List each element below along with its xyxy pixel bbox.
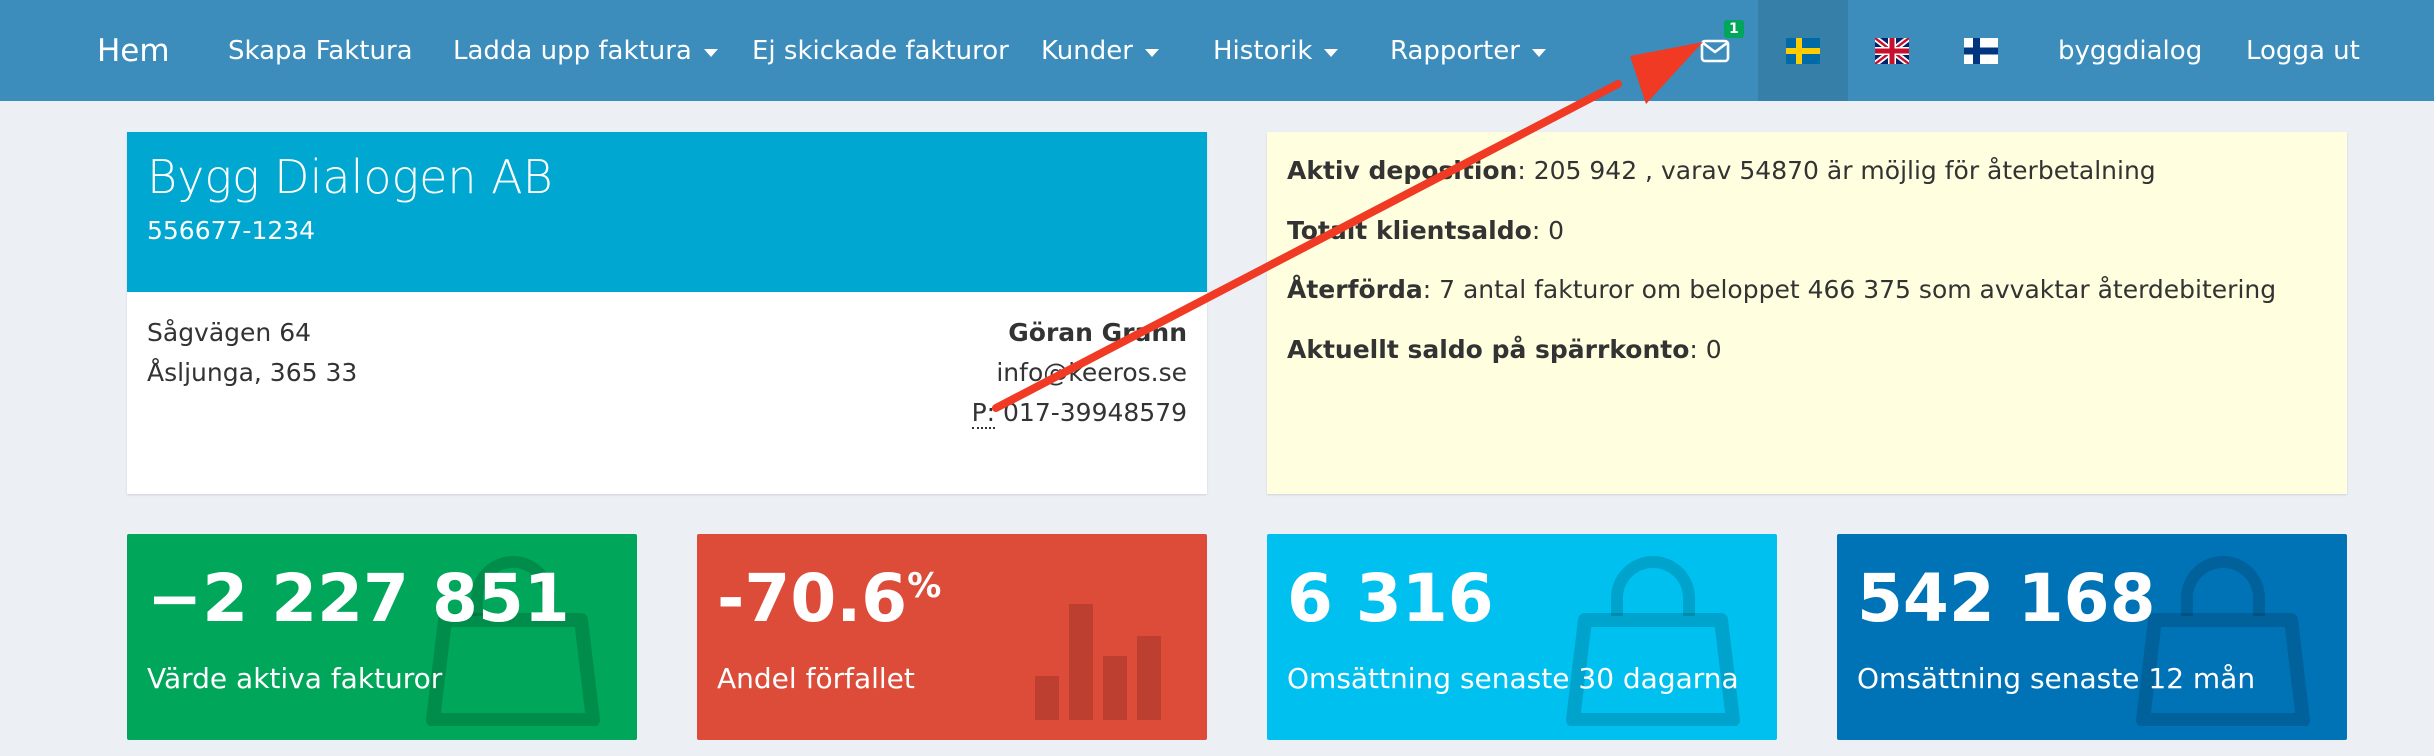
stat-label: Andel förfallet	[717, 662, 915, 695]
phone-label: P:	[971, 398, 996, 429]
deposit-row: Aktiv deposition: 205 942 , varav 54870 …	[1287, 156, 2156, 185]
stat-label: Omsättning senaste 30 dagarna	[1287, 662, 1739, 695]
nav-logout-label: Logga ut	[2246, 35, 2360, 66]
top-navbar: Hem Skapa Faktura Ladda upp faktura Ej s…	[0, 0, 2434, 101]
uk-flag-icon	[1875, 37, 1909, 64]
client-balance-label: Totalt klientsaldo	[1287, 216, 1532, 245]
nav-customers-label: Kunder	[1041, 35, 1133, 66]
shopping-bag-icon	[1566, 556, 1740, 726]
account-info-panel: Aktiv deposition: 205 942 , varav 54870 …	[1267, 132, 2347, 494]
caret-down-icon	[1531, 48, 1546, 57]
blocked-balance-value: : 0	[1689, 335, 1722, 364]
stat-value: -70.6%	[717, 560, 941, 637]
nav-history-label: Historik	[1213, 35, 1313, 66]
nav-user-label: byggdialog	[2058, 35, 2203, 66]
deposit-value: : 205 942 , varav 54870 är möjlig för åt…	[1517, 156, 2156, 185]
returned-row: Återförda: 7 antal fakturor om beloppet …	[1287, 275, 2276, 304]
nav-reports-dropdown[interactable]: Rapporter	[1390, 0, 1546, 101]
caret-down-icon	[703, 48, 718, 57]
client-balance-value: : 0	[1531, 216, 1565, 245]
nav-upload-invoice-dropdown[interactable]: Ladda upp faktura	[453, 0, 718, 101]
stat-value: −2 227 851	[147, 560, 570, 637]
returned-label: Återförda	[1287, 275, 1423, 304]
stat-tile-turnover-30-days[interactable]: 6 316 Omsättning senaste 30 dagarna	[1267, 534, 1777, 740]
envelope-icon	[1700, 39, 1730, 62]
stat-tile-turnover-12-months[interactable]: 542 168 Omsättning senaste 12 mån	[1837, 534, 2347, 740]
blocked-balance-row: Aktuellt saldo på spärrkonto: 0	[1287, 335, 1722, 364]
company-name: Bygg Dialogen AB	[147, 150, 553, 204]
nav-home-link[interactable]: Hem	[97, 0, 170, 101]
finnish-flag-icon	[1964, 37, 1998, 64]
company-contact-phone-row: P: 017-39948579	[971, 398, 1187, 429]
company-contact-phone: 017-39948579	[1003, 398, 1187, 427]
client-balance-row: Totalt klientsaldo: 0	[1287, 216, 1564, 245]
nav-user-link[interactable]: byggdialog	[2058, 0, 2202, 101]
stat-value-number: -70.6	[717, 560, 908, 637]
blocked-balance-label: Aktuellt saldo på spärrkonto	[1287, 335, 1690, 364]
nav-create-invoice-link[interactable]: Skapa Faktura	[228, 0, 413, 101]
nav-unsent-invoices-label: Ej skickade fakturor	[752, 35, 1009, 66]
stat-tile-active-invoices[interactable]: −2 227 851 Värde aktiva fakturor	[127, 534, 637, 740]
stat-label: Omsättning senaste 12 mån	[1857, 662, 2256, 695]
nav-logout-link[interactable]: Logga ut	[2246, 0, 2360, 101]
deposit-label: Aktiv deposition	[1287, 156, 1518, 185]
caret-down-icon	[1144, 48, 1159, 57]
company-contact-name: Göran Grahn	[1008, 318, 1187, 347]
shopping-bag-icon	[2136, 556, 2310, 726]
stat-value-suffix: %	[907, 566, 942, 606]
caret-down-icon	[1324, 48, 1339, 57]
swedish-flag-icon	[1786, 37, 1820, 64]
company-card: Bygg Dialogen AB 556677-1234 Sågvägen 64…	[127, 132, 1207, 494]
nav-upload-invoice-label: Ladda upp faktura	[453, 35, 692, 66]
nav-unsent-invoices-link[interactable]: Ej skickade fakturor	[752, 0, 1009, 101]
company-address-city: Åsljunga, 365 33	[147, 358, 358, 387]
nav-home-label: Hem	[97, 32, 170, 69]
nav-history-dropdown[interactable]: Historik	[1213, 0, 1339, 101]
company-address-street: Sågvägen 64	[147, 318, 312, 347]
stat-label: Värde aktiva fakturor	[147, 662, 443, 695]
company-contact-email[interactable]: info@keeros.se	[996, 358, 1187, 387]
language-english-button[interactable]	[1847, 0, 1937, 101]
messages-count-badge: 1	[1724, 20, 1744, 38]
nav-reports-label: Rapporter	[1390, 35, 1520, 66]
nav-customers-dropdown[interactable]: Kunder	[1041, 0, 1159, 101]
returned-value: : 7 antal fakturor om beloppet 466 375 s…	[1422, 275, 2277, 304]
stat-value: 542 168	[1857, 560, 2156, 637]
language-swedish-button[interactable]	[1758, 0, 1848, 101]
bar-chart-icon	[1035, 604, 1161, 720]
company-card-header: Bygg Dialogen AB 556677-1234	[127, 132, 1207, 292]
nav-create-invoice-label: Skapa Faktura	[228, 35, 413, 66]
stat-tile-overdue-share[interactable]: -70.6% Andel förfallet	[697, 534, 1207, 740]
messages-button[interactable]: 1	[1670, 0, 1760, 101]
stat-value: 6 316	[1287, 560, 1494, 637]
language-finnish-button[interactable]	[1936, 0, 2026, 101]
company-org-number: 556677-1234	[147, 216, 316, 245]
